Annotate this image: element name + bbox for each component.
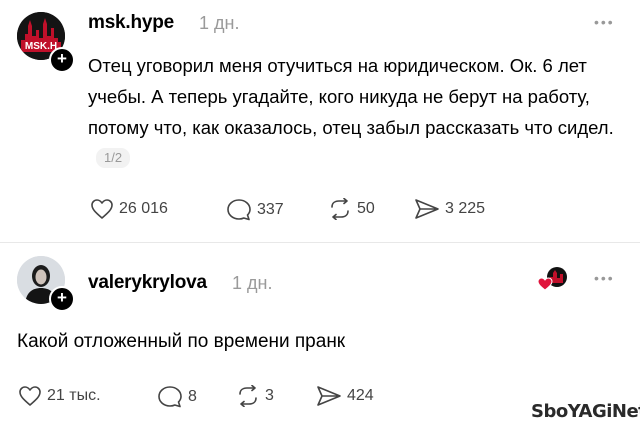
share-button[interactable]: 3 225: [414, 198, 485, 220]
reply-time: 1 дн.: [232, 273, 273, 293]
comment-count: 337: [257, 201, 284, 218]
share-count: 424: [347, 387, 374, 404]
post-username[interactable]: msk.hype: [88, 12, 174, 34]
divider: [0, 242, 640, 243]
author-like-badge-icon: [537, 266, 569, 292]
share-button[interactable]: 424: [316, 385, 374, 407]
like-button[interactable]: 26 016: [90, 198, 168, 220]
follow-plus-icon[interactable]: +: [49, 286, 75, 312]
send-icon: [415, 199, 439, 219]
page-indicator[interactable]: 1/2: [96, 148, 131, 168]
like-button[interactable]: 21 тыс.: [18, 385, 101, 407]
repost-count: 50: [357, 200, 375, 217]
comment-bubble-icon: [227, 199, 251, 221]
reply-username[interactable]: valerykrylova: [88, 272, 207, 294]
comment-button[interactable]: 337: [226, 198, 284, 222]
heart-icon: [91, 199, 113, 219]
comment-button[interactable]: 8: [157, 385, 197, 409]
share-count: 3 225: [445, 200, 486, 217]
like-count: 21 тыс.: [47, 387, 101, 404]
post-text: Отец уговорил меня отучиться на юридичес…: [88, 50, 618, 174]
post-body: Отец уговорил меня отучиться на юридичес…: [88, 55, 614, 138]
follow-plus-icon[interactable]: +: [49, 47, 75, 73]
like-count: 26 016: [119, 200, 168, 217]
repost-button[interactable]: 3: [236, 385, 274, 407]
comment-bubble-icon: [158, 386, 182, 408]
reply-text: Какой отложенный по времени пранк: [17, 331, 346, 352]
more-options-icon[interactable]: •••: [594, 270, 615, 286]
post-time: 1 дн.: [199, 13, 240, 33]
repost-count: 3: [265, 387, 274, 404]
repost-button[interactable]: 50: [328, 198, 375, 220]
site-watermark: SboYAGiNet: [531, 401, 640, 422]
repost-arrows-icon: [239, 385, 257, 407]
repost-arrows-icon: [331, 198, 349, 220]
comment-count: 8: [188, 388, 197, 405]
more-options-icon[interactable]: •••: [594, 14, 615, 30]
heart-icon: [19, 386, 41, 406]
send-icon: [317, 386, 341, 406]
